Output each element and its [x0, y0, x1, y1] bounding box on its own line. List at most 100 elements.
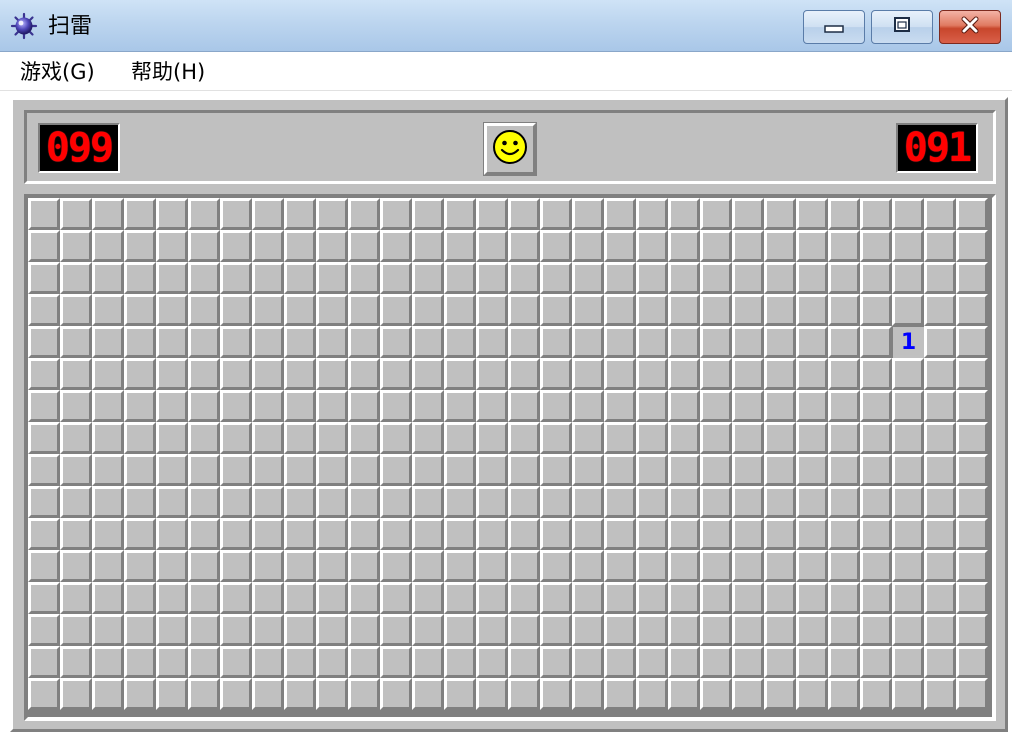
mine-cell[interactable] — [476, 550, 508, 582]
mine-cell[interactable] — [220, 486, 252, 518]
mine-cell[interactable] — [860, 294, 892, 326]
mine-cell[interactable] — [924, 198, 956, 230]
mine-cell[interactable] — [92, 646, 124, 678]
mine-cell[interactable] — [60, 262, 92, 294]
mine-cell[interactable] — [540, 646, 572, 678]
mine-cell[interactable] — [252, 582, 284, 614]
mine-cell[interactable] — [572, 646, 604, 678]
mine-cell[interactable] — [60, 646, 92, 678]
mine-cell[interactable] — [412, 550, 444, 582]
mine-cell[interactable] — [444, 230, 476, 262]
mine-cell[interactable] — [284, 678, 316, 710]
mine-cell[interactable] — [636, 198, 668, 230]
mine-cell[interactable] — [444, 294, 476, 326]
mine-cell[interactable] — [700, 358, 732, 390]
mine-cell[interactable] — [604, 614, 636, 646]
mine-cell[interactable] — [188, 422, 220, 454]
close-button[interactable] — [939, 10, 1001, 44]
mine-cell[interactable] — [284, 550, 316, 582]
mine-cell[interactable] — [220, 518, 252, 550]
mine-cell[interactable] — [540, 614, 572, 646]
mine-cell[interactable] — [92, 230, 124, 262]
mine-cell[interactable] — [732, 262, 764, 294]
mine-cell[interactable] — [572, 422, 604, 454]
mine-cell[interactable] — [604, 358, 636, 390]
mine-cell[interactable] — [188, 646, 220, 678]
mine-cell[interactable] — [412, 230, 444, 262]
mine-cell[interactable] — [892, 262, 924, 294]
mine-cell[interactable] — [540, 422, 572, 454]
mine-cell[interactable] — [92, 454, 124, 486]
mine-cell[interactable] — [796, 262, 828, 294]
mine-cell[interactable] — [892, 358, 924, 390]
mine-cell[interactable] — [668, 390, 700, 422]
mine-cell[interactable] — [60, 614, 92, 646]
mine-cell[interactable] — [636, 550, 668, 582]
mine-cell[interactable] — [572, 518, 604, 550]
mine-cell[interactable] — [220, 646, 252, 678]
mine-cell[interactable] — [796, 486, 828, 518]
mine-cell[interactable] — [348, 582, 380, 614]
mine-cell[interactable] — [540, 230, 572, 262]
mine-cell[interactable] — [604, 486, 636, 518]
mine-cell[interactable] — [860, 678, 892, 710]
mine-cell[interactable] — [124, 262, 156, 294]
mine-cell[interactable] — [892, 294, 924, 326]
mine-cell[interactable] — [476, 262, 508, 294]
mine-cell[interactable] — [956, 390, 988, 422]
mine-cell[interactable] — [860, 454, 892, 486]
mine-cell[interactable] — [412, 198, 444, 230]
mine-cell[interactable] — [828, 230, 860, 262]
mine-cell[interactable] — [924, 230, 956, 262]
mine-cell[interactable] — [188, 294, 220, 326]
mine-cell[interactable] — [828, 678, 860, 710]
mine-cell[interactable] — [348, 422, 380, 454]
mine-cell[interactable] — [636, 230, 668, 262]
mine-cell[interactable] — [860, 326, 892, 358]
mine-cell[interactable] — [156, 358, 188, 390]
mine-cell[interactable] — [508, 646, 540, 678]
mine-cell[interactable] — [124, 358, 156, 390]
mine-cell[interactable] — [28, 454, 60, 486]
mine-cell[interactable] — [316, 294, 348, 326]
mine-cell[interactable] — [380, 678, 412, 710]
mine-cell[interactable] — [252, 198, 284, 230]
mine-cell[interactable] — [316, 230, 348, 262]
mine-cell[interactable] — [508, 262, 540, 294]
mine-cell[interactable] — [412, 582, 444, 614]
mine-cell[interactable] — [828, 294, 860, 326]
mine-cell[interactable] — [796, 550, 828, 582]
mine-cell[interactable] — [956, 422, 988, 454]
mine-cell[interactable] — [668, 230, 700, 262]
mine-cell[interactable] — [316, 486, 348, 518]
mine-cell[interactable] — [444, 390, 476, 422]
mine-cell[interactable] — [124, 422, 156, 454]
mine-cell[interactable] — [636, 454, 668, 486]
mine-cell[interactable] — [284, 326, 316, 358]
mine-cell[interactable] — [284, 582, 316, 614]
mine-cell[interactable] — [796, 646, 828, 678]
mine-cell[interactable] — [572, 326, 604, 358]
mine-cell[interactable] — [668, 614, 700, 646]
mine-cell[interactable] — [668, 518, 700, 550]
mine-cell[interactable] — [508, 614, 540, 646]
mine-cell[interactable] — [316, 678, 348, 710]
mine-cell[interactable] — [892, 198, 924, 230]
mine-cell[interactable] — [156, 230, 188, 262]
mine-cell[interactable] — [60, 678, 92, 710]
mine-cell[interactable] — [348, 486, 380, 518]
mine-cell[interactable] — [700, 230, 732, 262]
mine-cell[interactable] — [444, 646, 476, 678]
mine-cell[interactable] — [604, 550, 636, 582]
mine-cell[interactable] — [252, 678, 284, 710]
mine-cell[interactable] — [476, 646, 508, 678]
mine-cell[interactable] — [796, 230, 828, 262]
mine-cell[interactable] — [508, 486, 540, 518]
mine-cell[interactable] — [156, 390, 188, 422]
mine-cell[interactable] — [668, 358, 700, 390]
mine-cell[interactable] — [444, 582, 476, 614]
mine-cell[interactable] — [476, 518, 508, 550]
mine-cell[interactable] — [60, 454, 92, 486]
mine-cell[interactable] — [508, 518, 540, 550]
mine-cell[interactable] — [956, 294, 988, 326]
